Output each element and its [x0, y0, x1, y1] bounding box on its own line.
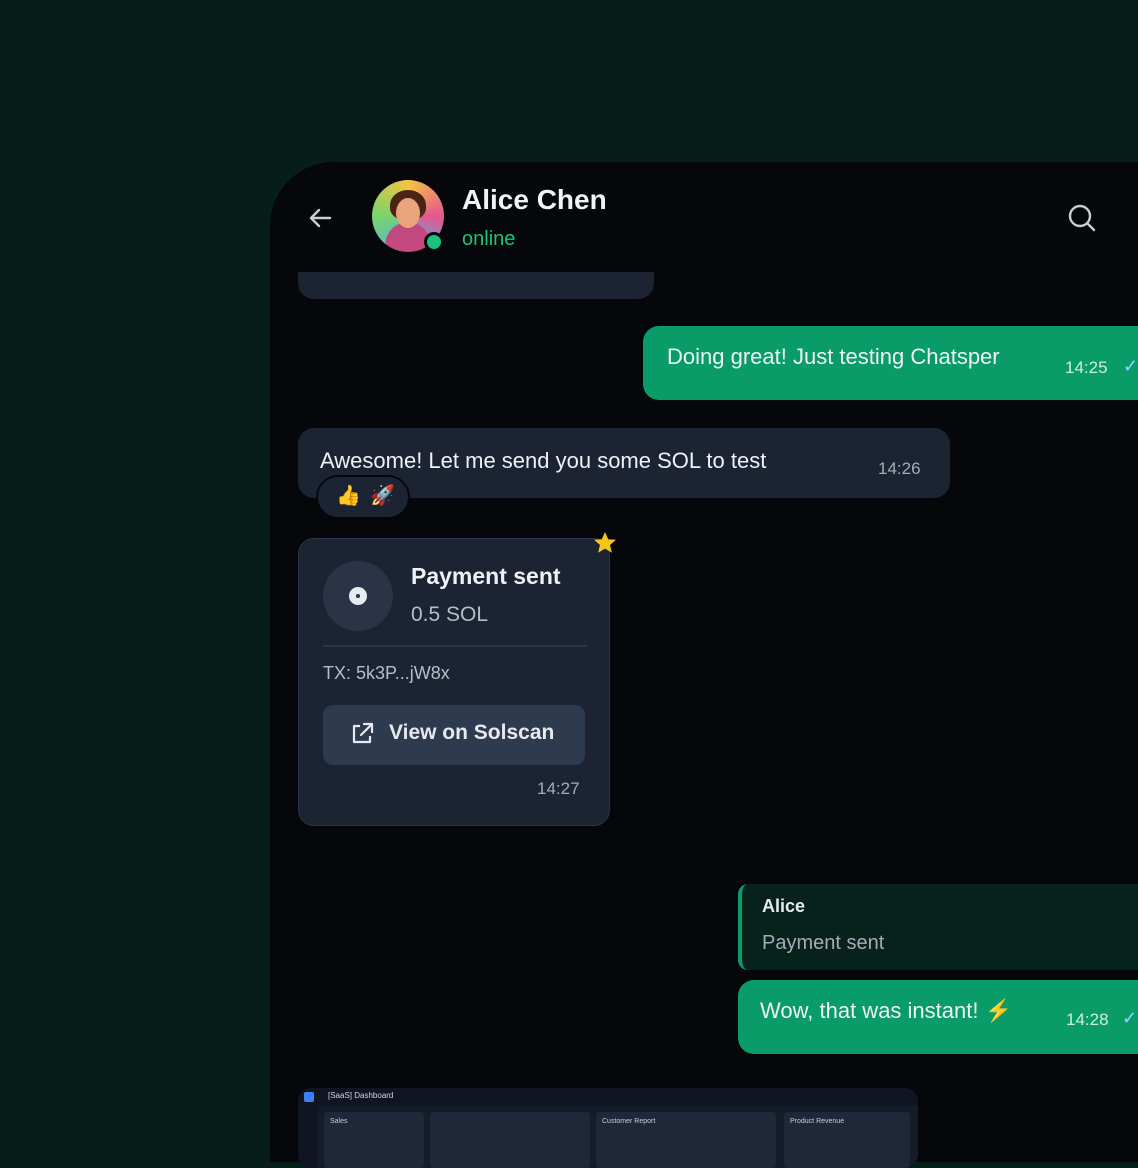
preview-label: Sales — [330, 1118, 348, 1125]
preview-sidebar — [298, 1106, 318, 1168]
contact-name[interactable]: Alice Chen — [462, 184, 607, 216]
payment-card[interactable]: Payment sent 0.5 SOL TX: 5k3P...jW8x Vie… — [298, 538, 610, 826]
reaction-rocket[interactable]: 🚀 — [370, 483, 395, 508]
avatar-face — [396, 198, 420, 228]
reaction-thumbs-up[interactable]: 👍 — [336, 483, 361, 508]
transaction-id[interactable]: TX: 5k3P...jW8x — [323, 663, 450, 684]
message-time: 14:25 — [1065, 358, 1108, 377]
payment-icon — [323, 561, 393, 631]
outgoing-message[interactable]: Wow, that was instant! ⚡ 14:28 ✓ — [738, 980, 1138, 1054]
preview-label: Product Revenue — [790, 1118, 845, 1125]
search-icon[interactable] — [1066, 202, 1098, 234]
view-on-solscan-label: View on Solscan — [389, 721, 555, 744]
image-attachment[interactable]: [SaaS] Dashboard Sales Customer Report P… — [298, 1088, 918, 1168]
reply-text: Payment sent — [762, 932, 885, 954]
divider — [323, 645, 587, 647]
read-check-icon: ✓ — [1122, 1008, 1138, 1028]
chat-header: Alice Chen online — [270, 162, 1138, 272]
star-icon[interactable] — [592, 530, 618, 556]
message-reactions[interactable]: 👍 🚀 — [316, 475, 410, 519]
read-check-icon: ✓ — [1123, 356, 1138, 376]
message-time: 14:26 — [878, 459, 921, 478]
view-on-solscan-button[interactable]: View on Solscan — [323, 705, 585, 765]
online-indicator — [424, 232, 444, 252]
arrow-left-icon[interactable] — [304, 202, 336, 234]
preview-label: Customer Report — [602, 1118, 656, 1125]
external-link-icon — [352, 722, 374, 744]
contact-status: online — [462, 228, 516, 250]
message-time: 14:28 — [1066, 1010, 1109, 1029]
reply-quote[interactable]: Alice Payment sent — [738, 884, 1138, 970]
message-text: Awesome! Let me send you some SOL to tes… — [320, 448, 767, 473]
app-logo-icon — [304, 1092, 314, 1102]
preview-titlebar: [SaaS] Dashboard — [298, 1088, 918, 1106]
message-text: Doing great! Just testing Chatsper — [667, 344, 1000, 369]
message-text: Wow, that was instant! ⚡ — [760, 998, 1012, 1023]
reply-author: Alice — [762, 896, 806, 916]
payment-amount: 0.5 SOL — [411, 603, 489, 626]
coin-icon — [349, 587, 367, 605]
preview-panel — [430, 1112, 590, 1168]
payment-title: Payment sent — [411, 563, 561, 589]
message-time: 14:27 — [537, 779, 580, 798]
preview-title: [SaaS] Dashboard — [328, 1091, 394, 1100]
outgoing-message[interactable]: Doing great! Just testing Chatsper 14:25… — [643, 326, 1138, 400]
